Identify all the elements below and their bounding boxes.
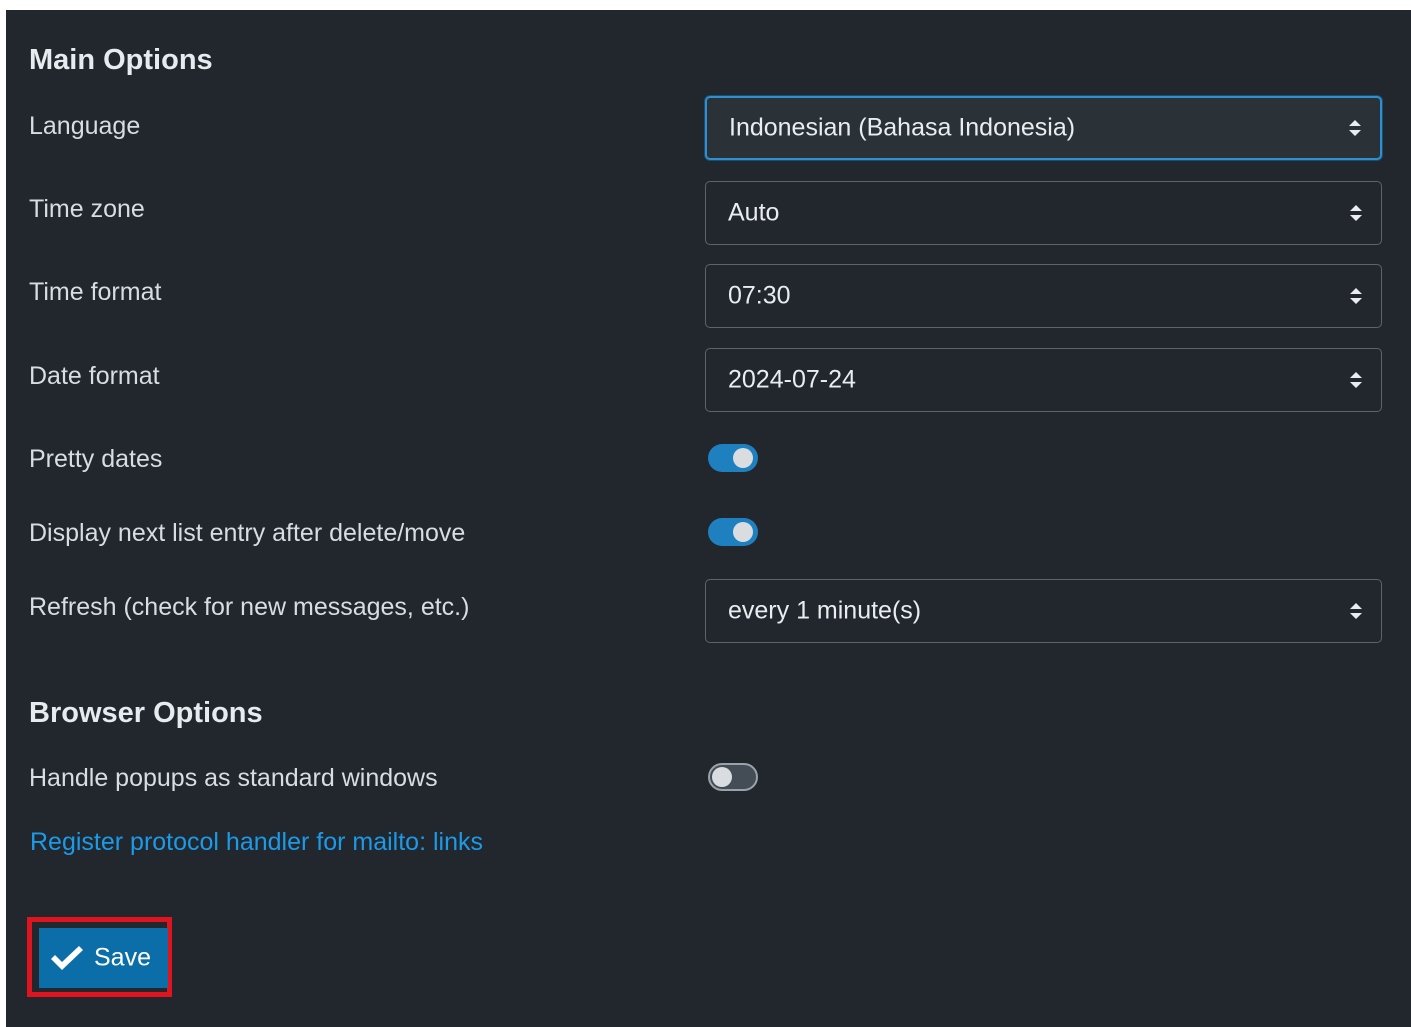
select-caret-icon	[1349, 120, 1361, 136]
date-format-label: Date format	[29, 362, 160, 390]
pretty-dates-toggle[interactable]	[708, 444, 758, 472]
browser-options-heading: Browser Options	[29, 697, 263, 729]
main-options-heading: Main Options	[29, 44, 213, 76]
select-caret-icon	[1350, 603, 1362, 619]
time-format-select-value: 07:30	[728, 281, 791, 310]
time-zone-select-value: Auto	[728, 198, 780, 227]
save-button-label: Save	[94, 943, 151, 972]
settings-panel: Main Options Language Indonesian (Bahasa…	[6, 10, 1411, 1027]
time-format-select[interactable]: 07:30	[705, 264, 1382, 328]
language-select-value: Indonesian (Bahasa Indonesia)	[729, 113, 1076, 142]
toggle-knob	[733, 448, 753, 468]
save-button[interactable]: Save	[39, 928, 168, 988]
checkmark-icon	[51, 946, 83, 970]
select-caret-icon	[1350, 372, 1362, 388]
date-format-select-value: 2024-07-24	[728, 365, 856, 394]
date-format-select[interactable]: 2024-07-24	[705, 348, 1382, 412]
display-next-label: Display next list entry after delete/mov…	[29, 519, 466, 547]
refresh-select[interactable]: every 1 minute(s)	[705, 579, 1382, 643]
display-next-toggle[interactable]	[708, 518, 758, 546]
register-protocol-handler-link[interactable]: Register protocol handler for mailto: li…	[30, 828, 483, 857]
popups-toggle[interactable]	[708, 763, 758, 791]
time-zone-label: Time zone	[29, 195, 145, 223]
toggle-knob	[733, 522, 753, 542]
select-caret-icon	[1350, 288, 1362, 304]
refresh-select-value: every 1 minute(s)	[728, 596, 922, 625]
language-label: Language	[29, 112, 141, 140]
toggle-knob	[712, 767, 732, 787]
time-zone-select[interactable]: Auto	[705, 181, 1382, 245]
language-select[interactable]: Indonesian (Bahasa Indonesia)	[705, 96, 1382, 160]
popups-label: Handle popups as standard windows	[29, 764, 438, 792]
time-format-label: Time format	[29, 278, 162, 306]
select-caret-icon	[1350, 205, 1362, 221]
pretty-dates-label: Pretty dates	[29, 445, 163, 473]
refresh-label: Refresh (check for new messages, etc.)	[29, 593, 470, 621]
